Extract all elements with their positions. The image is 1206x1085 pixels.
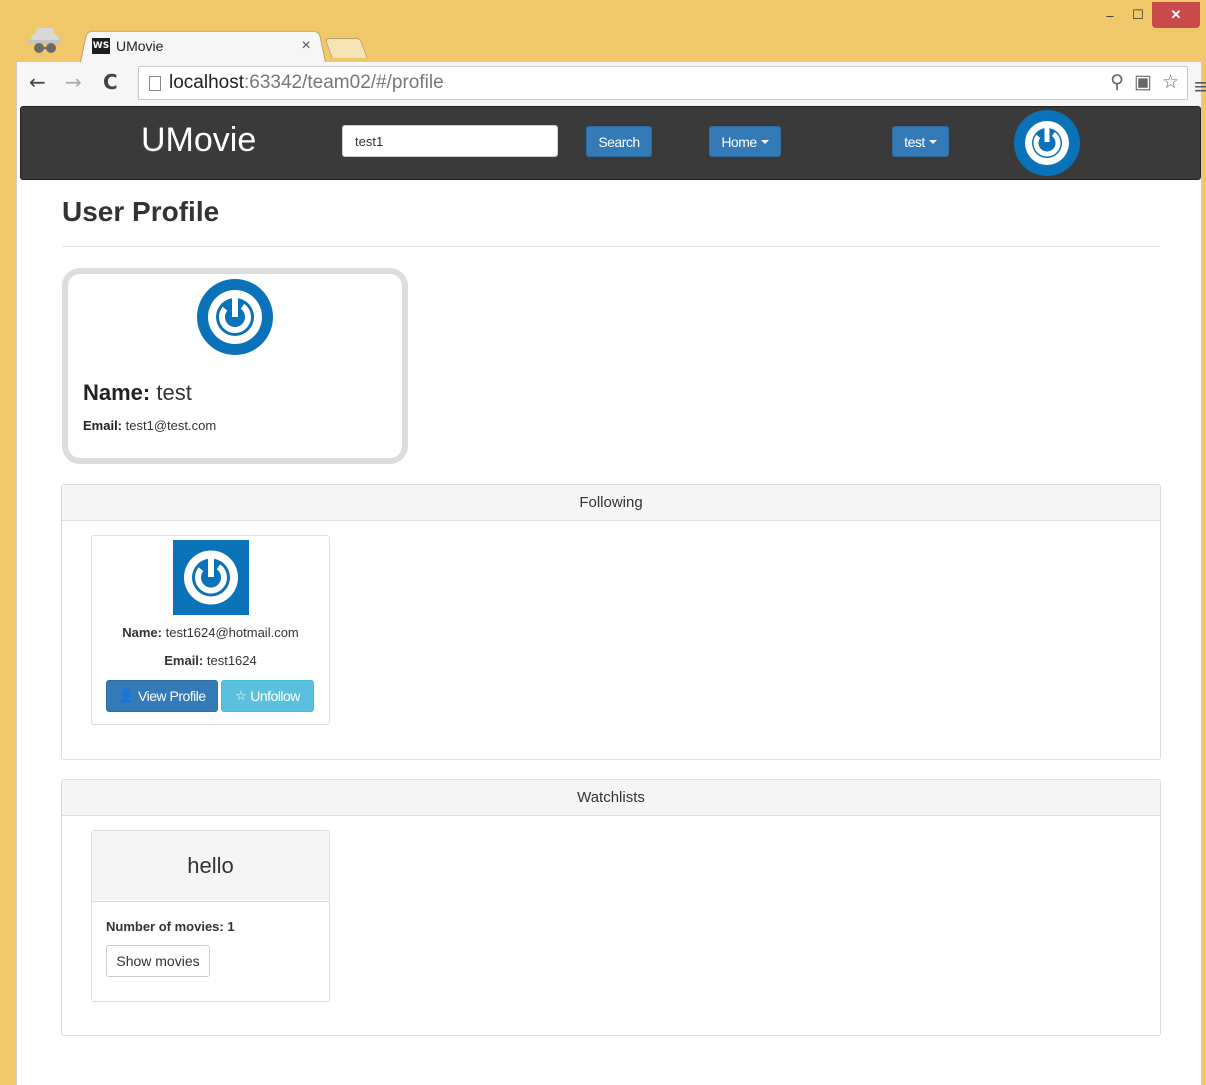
- close-window-button[interactable]: ✕: [1152, 2, 1200, 28]
- home-dropdown-button[interactable]: Home: [709, 126, 781, 157]
- watchlist-title: hello: [92, 831, 329, 902]
- star-icon: ☆: [235, 688, 247, 704]
- maximize-button[interactable]: ☐: [1124, 2, 1152, 28]
- browser-tab[interactable]: WS UMovie ×: [86, 32, 322, 60]
- menu-icon[interactable]: ≡: [1194, 74, 1206, 100]
- top-navbar: UMovie Search Home test: [20, 106, 1201, 180]
- followed-user-avatar: [173, 540, 249, 615]
- tab-title: UMovie: [116, 38, 164, 54]
- tab-close-icon[interactable]: ×: [296, 37, 316, 55]
- watchlists-heading: Watchlists: [62, 780, 1160, 816]
- profile-email: Email: test1@test.com: [83, 418, 217, 433]
- page-title: User Profile: [62, 196, 220, 227]
- followed-user-email: Email: test1624: [164, 653, 257, 668]
- page-icon: [149, 75, 161, 91]
- view-profile-label: View Profile: [138, 688, 206, 704]
- following-heading: Following: [62, 485, 1160, 521]
- unfollow-button[interactable]: ☆ Unfollow: [221, 680, 314, 712]
- bookmark-star-icon[interactable]: ☆: [1162, 71, 1179, 94]
- followed-user-card: Name: test1624@hotmail.com Email: test16…: [91, 535, 330, 725]
- reload-icon[interactable]: C: [103, 70, 118, 94]
- user-button-label: test: [904, 133, 925, 150]
- address-bar[interactable]: localhost:63342/team02/#/profile ⚲ ▣ ☆ ≡: [138, 66, 1206, 100]
- address-bar-actions: ⚲ ▣ ☆ ≡: [1110, 71, 1206, 99]
- new-tab-button[interactable]: [324, 38, 368, 58]
- window-controls: – ☐ ✕: [1096, 2, 1200, 28]
- url-text: localhost:63342/team02/#/profile: [169, 72, 444, 93]
- caret-down-icon: [928, 139, 937, 144]
- watchlist-movie-count: Number of movies: 1: [106, 919, 235, 934]
- navbar-avatar[interactable]: [1013, 109, 1081, 177]
- profile-name: Name: test: [83, 380, 192, 405]
- unfollow-label: Unfollow: [250, 688, 300, 704]
- followed-user-name: Name: test1624@hotmail.com: [122, 625, 299, 640]
- caret-down-icon: [760, 139, 769, 144]
- zoom-icon[interactable]: ⚲: [1110, 71, 1124, 94]
- divider: [62, 246, 1160, 247]
- search-input[interactable]: [342, 125, 558, 157]
- user-dropdown-button[interactable]: test: [892, 126, 949, 157]
- back-arrow-icon[interactable]: ←: [29, 70, 46, 94]
- home-button-label: Home: [721, 133, 757, 150]
- minimize-button[interactable]: –: [1096, 2, 1124, 28]
- brand-logo[interactable]: UMovie: [141, 121, 256, 160]
- browser-toolbar: ← → C localhost:63342/team02/#/profile ⚲…: [16, 62, 1206, 106]
- translate-icon[interactable]: ▣: [1134, 71, 1152, 94]
- browser-window: WS UMovie × – ☐ ✕ ← → C localhost:63342/…: [0, 0, 1206, 1085]
- webstorm-icon: WS: [92, 38, 110, 54]
- show-movies-button[interactable]: Show movies: [106, 945, 210, 977]
- user-icon: 👤: [118, 688, 134, 704]
- view-profile-button[interactable]: 👤 View Profile: [106, 680, 218, 712]
- incognito-icon: [28, 28, 62, 53]
- search-button[interactable]: Search: [586, 126, 652, 157]
- title-bar: WS UMovie × – ☐ ✕: [0, 0, 1206, 62]
- forward-arrow-icon[interactable]: →: [65, 70, 82, 94]
- following-panel: Following Name: test1624@hotmail.com Ema…: [61, 484, 1161, 760]
- page-viewport: UMovie Search Home test User Profile: [16, 106, 1202, 1085]
- watchlist-card: hello Number of movies: 1 Show movies: [91, 830, 330, 1002]
- profile-avatar: [197, 279, 273, 355]
- watchlists-panel: Watchlists hello Number of movies: 1 Sho…: [61, 779, 1161, 1036]
- profile-card: Name: test Email: test1@test.com: [62, 268, 408, 464]
